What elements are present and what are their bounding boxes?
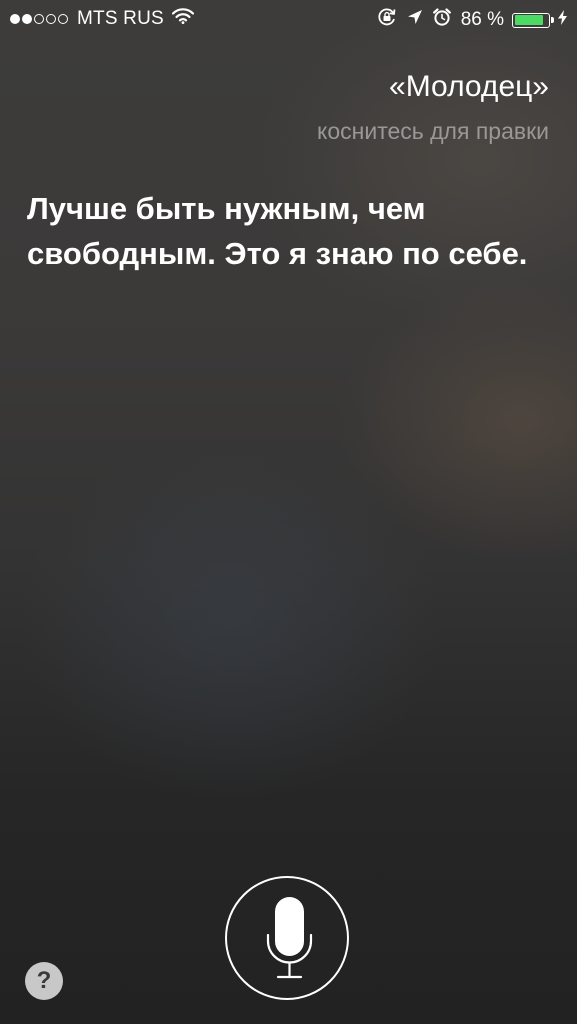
status-right: 86 % <box>377 7 567 33</box>
alarm-icon <box>432 8 451 32</box>
status-bar: MTS RUS 86 % <box>0 0 577 38</box>
wifi-icon <box>171 8 195 30</box>
signal-strength-indicator <box>10 14 70 24</box>
battery-icon <box>512 12 550 28</box>
location-arrow-icon <box>407 9 423 31</box>
status-left: MTS RUS <box>10 8 195 30</box>
microphone-button[interactable] <box>225 876 349 1000</box>
battery-percentage: 86 % <box>460 9 504 30</box>
help-button[interactable]: ? <box>25 962 63 1000</box>
bolt-icon <box>558 9 567 31</box>
signal-dot-empty <box>58 14 68 24</box>
signal-dot-filled <box>22 14 32 24</box>
recognized-query[interactable]: «Молодец» <box>317 68 549 106</box>
signal-dot-empty <box>46 14 56 24</box>
signal-dot-filled <box>10 14 20 24</box>
rotation-lock-icon <box>377 7 397 33</box>
siri-answer: Лучше быть нужным, чем свободным. Это я … <box>27 191 528 271</box>
battery-level-fill <box>514 15 543 25</box>
recognized-query-block[interactable]: «Молодец» коснитесь для правки <box>317 68 549 146</box>
carrier-name: MTS RUS <box>77 8 164 29</box>
battery-cap <box>551 17 554 23</box>
signal-dot-empty <box>34 14 44 24</box>
tap-to-edit-hint[interactable]: коснитесь для правки <box>317 116 549 146</box>
microphone-icon <box>266 897 313 979</box>
